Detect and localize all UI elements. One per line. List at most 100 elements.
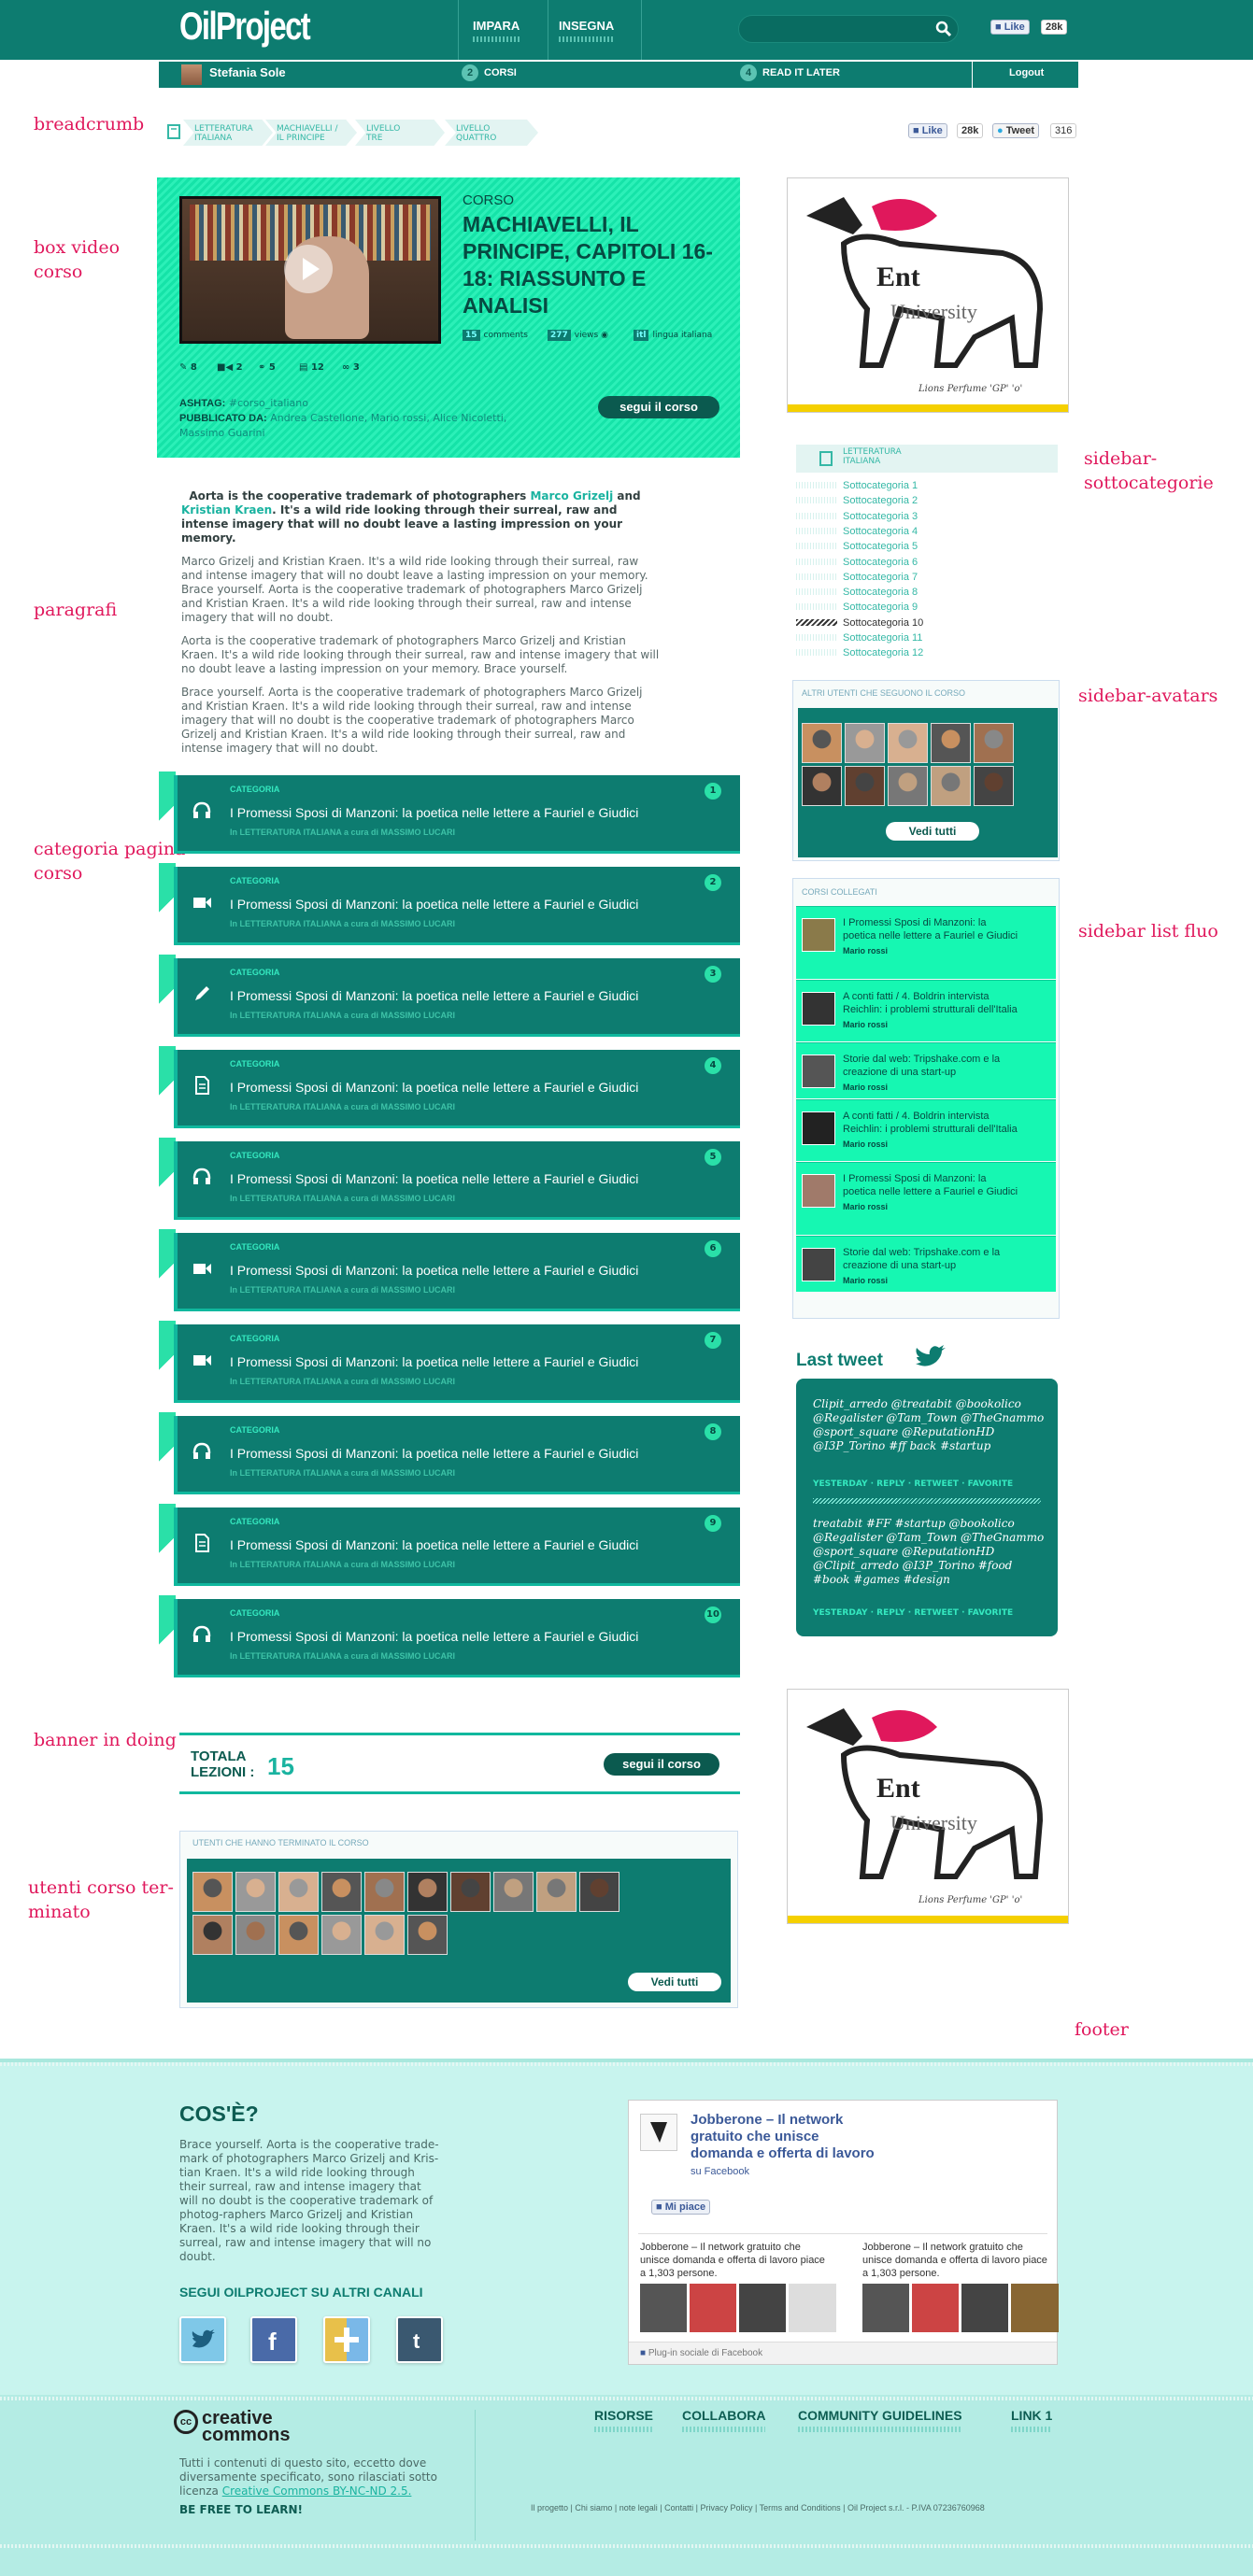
category-title[interactable]: I Promessi Sposi di Manzoni: la poetica … [230, 1080, 638, 1095]
breadcrumb-item[interactable]: LIVELLO QUATTRO [445, 120, 538, 146]
fb-page-title[interactable]: Jobberone – Il network gratuito che unis… [691, 2112, 877, 2180]
avatar[interactable] [888, 766, 928, 806]
ashtag-link[interactable]: #corso_italiano [229, 397, 308, 409]
see-all-button[interactable]: Vedi tutti [886, 822, 979, 841]
breadcrumb-item[interactable]: MACHIAVELLI / IL PRINCIPE [265, 120, 357, 146]
category-title[interactable]: I Promessi Sposi di Manzoni: la poetica … [230, 1446, 638, 1461]
avatar[interactable] [192, 1872, 233, 1912]
avatar[interactable] [235, 1872, 276, 1912]
see-all-button[interactable]: Vedi tutti [628, 1973, 721, 1991]
subcategory-item[interactable]: Sottocategoria 12 [796, 647, 923, 658]
avatar[interactable] [192, 1915, 233, 1955]
subcategory-item[interactable]: Sottocategoria 7 [796, 572, 918, 583]
author-link[interactable]: Kristian Kraen [181, 503, 272, 517]
author-link[interactable]: Marco Grizelj [530, 489, 613, 502]
category-item[interactable]: CATEGORIA I Promessi Sposi di Manzoni: la… [159, 1504, 740, 1586]
avatar[interactable] [845, 766, 885, 806]
avatar[interactable] [321, 1915, 362, 1955]
category-item[interactable]: CATEGORIA I Promessi Sposi di Manzoni: la… [159, 1321, 740, 1403]
subcategory-item[interactable]: Sottocategoria 11 [796, 632, 922, 644]
avatar[interactable] [579, 1872, 619, 1912]
creative-commons-logo[interactable]: cc creative commons [174, 2409, 290, 2444]
avatar[interactable] [931, 766, 971, 806]
subcategory-item[interactable]: Sottocategoria 10 [796, 617, 923, 629]
breadcrumb-item[interactable]: LETTERATURA ITALIANA [183, 120, 273, 146]
category-title[interactable]: I Promessi Sposi di Manzoni: la poetica … [230, 988, 638, 1003]
subcategory-item[interactable]: Sottocategoria 6 [796, 557, 918, 568]
footer-link-collabora[interactable]: COLLABORA [682, 2408, 765, 2432]
follow-course-button[interactable]: segui il corso [604, 1753, 719, 1776]
google-plus-button[interactable] [323, 2316, 370, 2363]
user-name[interactable]: Stefania Sole [209, 65, 286, 79]
category-item[interactable]: CATEGORIA I Promessi Sposi di Manzoni: la… [159, 1412, 740, 1494]
subcategory-item[interactable]: Sottocategoria 8 [796, 587, 918, 598]
category-item[interactable]: CATEGORIA I Promessi Sposi di Manzoni: la… [159, 1229, 740, 1311]
avatar[interactable] [235, 1915, 276, 1955]
category-item[interactable]: CATEGORIA I Promessi Sposi di Manzoni: la… [159, 771, 740, 854]
tweet-actions[interactable]: YESTERDAY · REPLY · RETWEET · FAVORITE [813, 1479, 1013, 1489]
subcategory-item[interactable]: Sottocategoria 4 [796, 526, 918, 537]
footer-legal-links[interactable]: Il progetto | Chi siamo | note legali | … [531, 2503, 985, 2512]
avatar[interactable] [802, 723, 842, 763]
category-title[interactable]: I Promessi Sposi di Manzoni: la poetica … [230, 1171, 638, 1186]
related-item[interactable]: Storie dal web: Tripshake.com e la creaz… [796, 1042, 1056, 1098]
category-item[interactable]: CATEGORIA I Promessi Sposi di Manzoni: la… [159, 1138, 740, 1220]
logout-button[interactable]: Logout [1009, 67, 1044, 78]
nav-insegna[interactable]: INSEGNA [559, 19, 614, 42]
search-icon[interactable] [934, 20, 953, 38]
related-item[interactable]: I Promessi Sposi di Manzoni: la poetica … [796, 906, 1056, 979]
facebook-like-button[interactable]: ■ Like [990, 20, 1030, 35]
footer-link-1[interactable]: LINK 1 [1011, 2408, 1052, 2432]
comments-meta[interactable]: 15 comments [463, 330, 528, 341]
subcategory-item[interactable]: Sottocategoria 5 [796, 541, 918, 552]
avatar[interactable] [931, 723, 971, 763]
avatar[interactable] [974, 766, 1014, 806]
logo[interactable]: OilProject [179, 4, 311, 49]
avatar[interactable] [974, 723, 1014, 763]
footer-link-risorse[interactable]: RISORSE [594, 2408, 653, 2432]
play-button[interactable] [284, 245, 333, 293]
avatar[interactable] [278, 1872, 319, 1912]
fb-fan-photos[interactable] [862, 2284, 1059, 2332]
category-title[interactable]: I Promessi Sposi di Manzoni: la poetica … [230, 805, 638, 820]
category-title[interactable]: I Promessi Sposi di Manzoni: la poetica … [230, 1354, 638, 1369]
category-item[interactable]: CATEGORIA I Promessi Sposi di Manzoni: la… [159, 1046, 740, 1128]
related-item[interactable]: Storie dal web: Tripshake.com e la creaz… [796, 1236, 1056, 1292]
avatar[interactable] [364, 1915, 405, 1955]
fb-fan-photos[interactable] [640, 2284, 836, 2332]
facebook-button[interactable]: f [250, 2316, 297, 2363]
category-title[interactable]: I Promessi Sposi di Manzoni: la poetica … [230, 897, 638, 912]
subcategory-item[interactable]: Sottocategoria 9 [796, 602, 918, 613]
subcategory-item[interactable]: Sottocategoria 2 [796, 495, 918, 506]
corsi-link[interactable]: 2 CORSI [462, 64, 517, 81]
avatar[interactable] [181, 64, 202, 85]
avatar[interactable] [493, 1872, 534, 1912]
tumblr-button[interactable]: t [396, 2316, 443, 2363]
fb-like-button[interactable]: ■ Mi piace [651, 2200, 711, 2215]
related-item[interactable]: A conti fatti / 4. Boldrin intervista Re… [796, 980, 1056, 1041]
subcategory-header[interactable] [796, 445, 1058, 473]
avatar[interactable] [364, 1872, 405, 1912]
license-link[interactable]: Creative Commons BY-NC-ND 2.5. [222, 2484, 412, 2498]
avatar[interactable] [536, 1872, 577, 1912]
tweet-button[interactable]: ● Tweet [992, 123, 1040, 138]
avatar[interactable] [888, 723, 928, 763]
sidebar-banner[interactable]: Ent University Lions Perfume 'GP' 'o' [787, 1689, 1069, 1924]
follow-course-button[interactable]: segui il corso [598, 396, 719, 418]
avatar[interactable] [278, 1915, 319, 1955]
share-like-button[interactable]: ■ Like [908, 123, 947, 138]
category-item[interactable]: CATEGORIA I Promessi Sposi di Manzoni: la… [159, 955, 740, 1037]
nav-impara[interactable]: IMPARA [473, 19, 520, 42]
sidebar-banner[interactable]: Ent University Lions Perfume 'GP' 'o' [787, 177, 1069, 413]
twitter-button[interactable] [179, 2316, 226, 2363]
category-item[interactable]: CATEGORIA I Promessi Sposi di Manzoni: la… [159, 1595, 740, 1677]
tweet-actions[interactable]: YESTERDAY · REPLY · RETWEET · FAVORITE [813, 1608, 1013, 1618]
related-item[interactable]: I Promessi Sposi di Manzoni: la poetica … [796, 1162, 1056, 1235]
subcategory-item[interactable]: Sottocategoria 3 [796, 511, 918, 522]
subcategory-item[interactable]: Sottocategoria 1 [796, 480, 918, 491]
category-title[interactable]: I Promessi Sposi di Manzoni: la poetica … [230, 1629, 638, 1644]
read-later-link[interactable]: 4 READ IT LATER [740, 64, 840, 81]
avatar[interactable] [845, 723, 885, 763]
avatar[interactable] [802, 766, 842, 806]
footer-link-guidelines[interactable]: COMMUNITY GUIDELINES [798, 2408, 962, 2432]
